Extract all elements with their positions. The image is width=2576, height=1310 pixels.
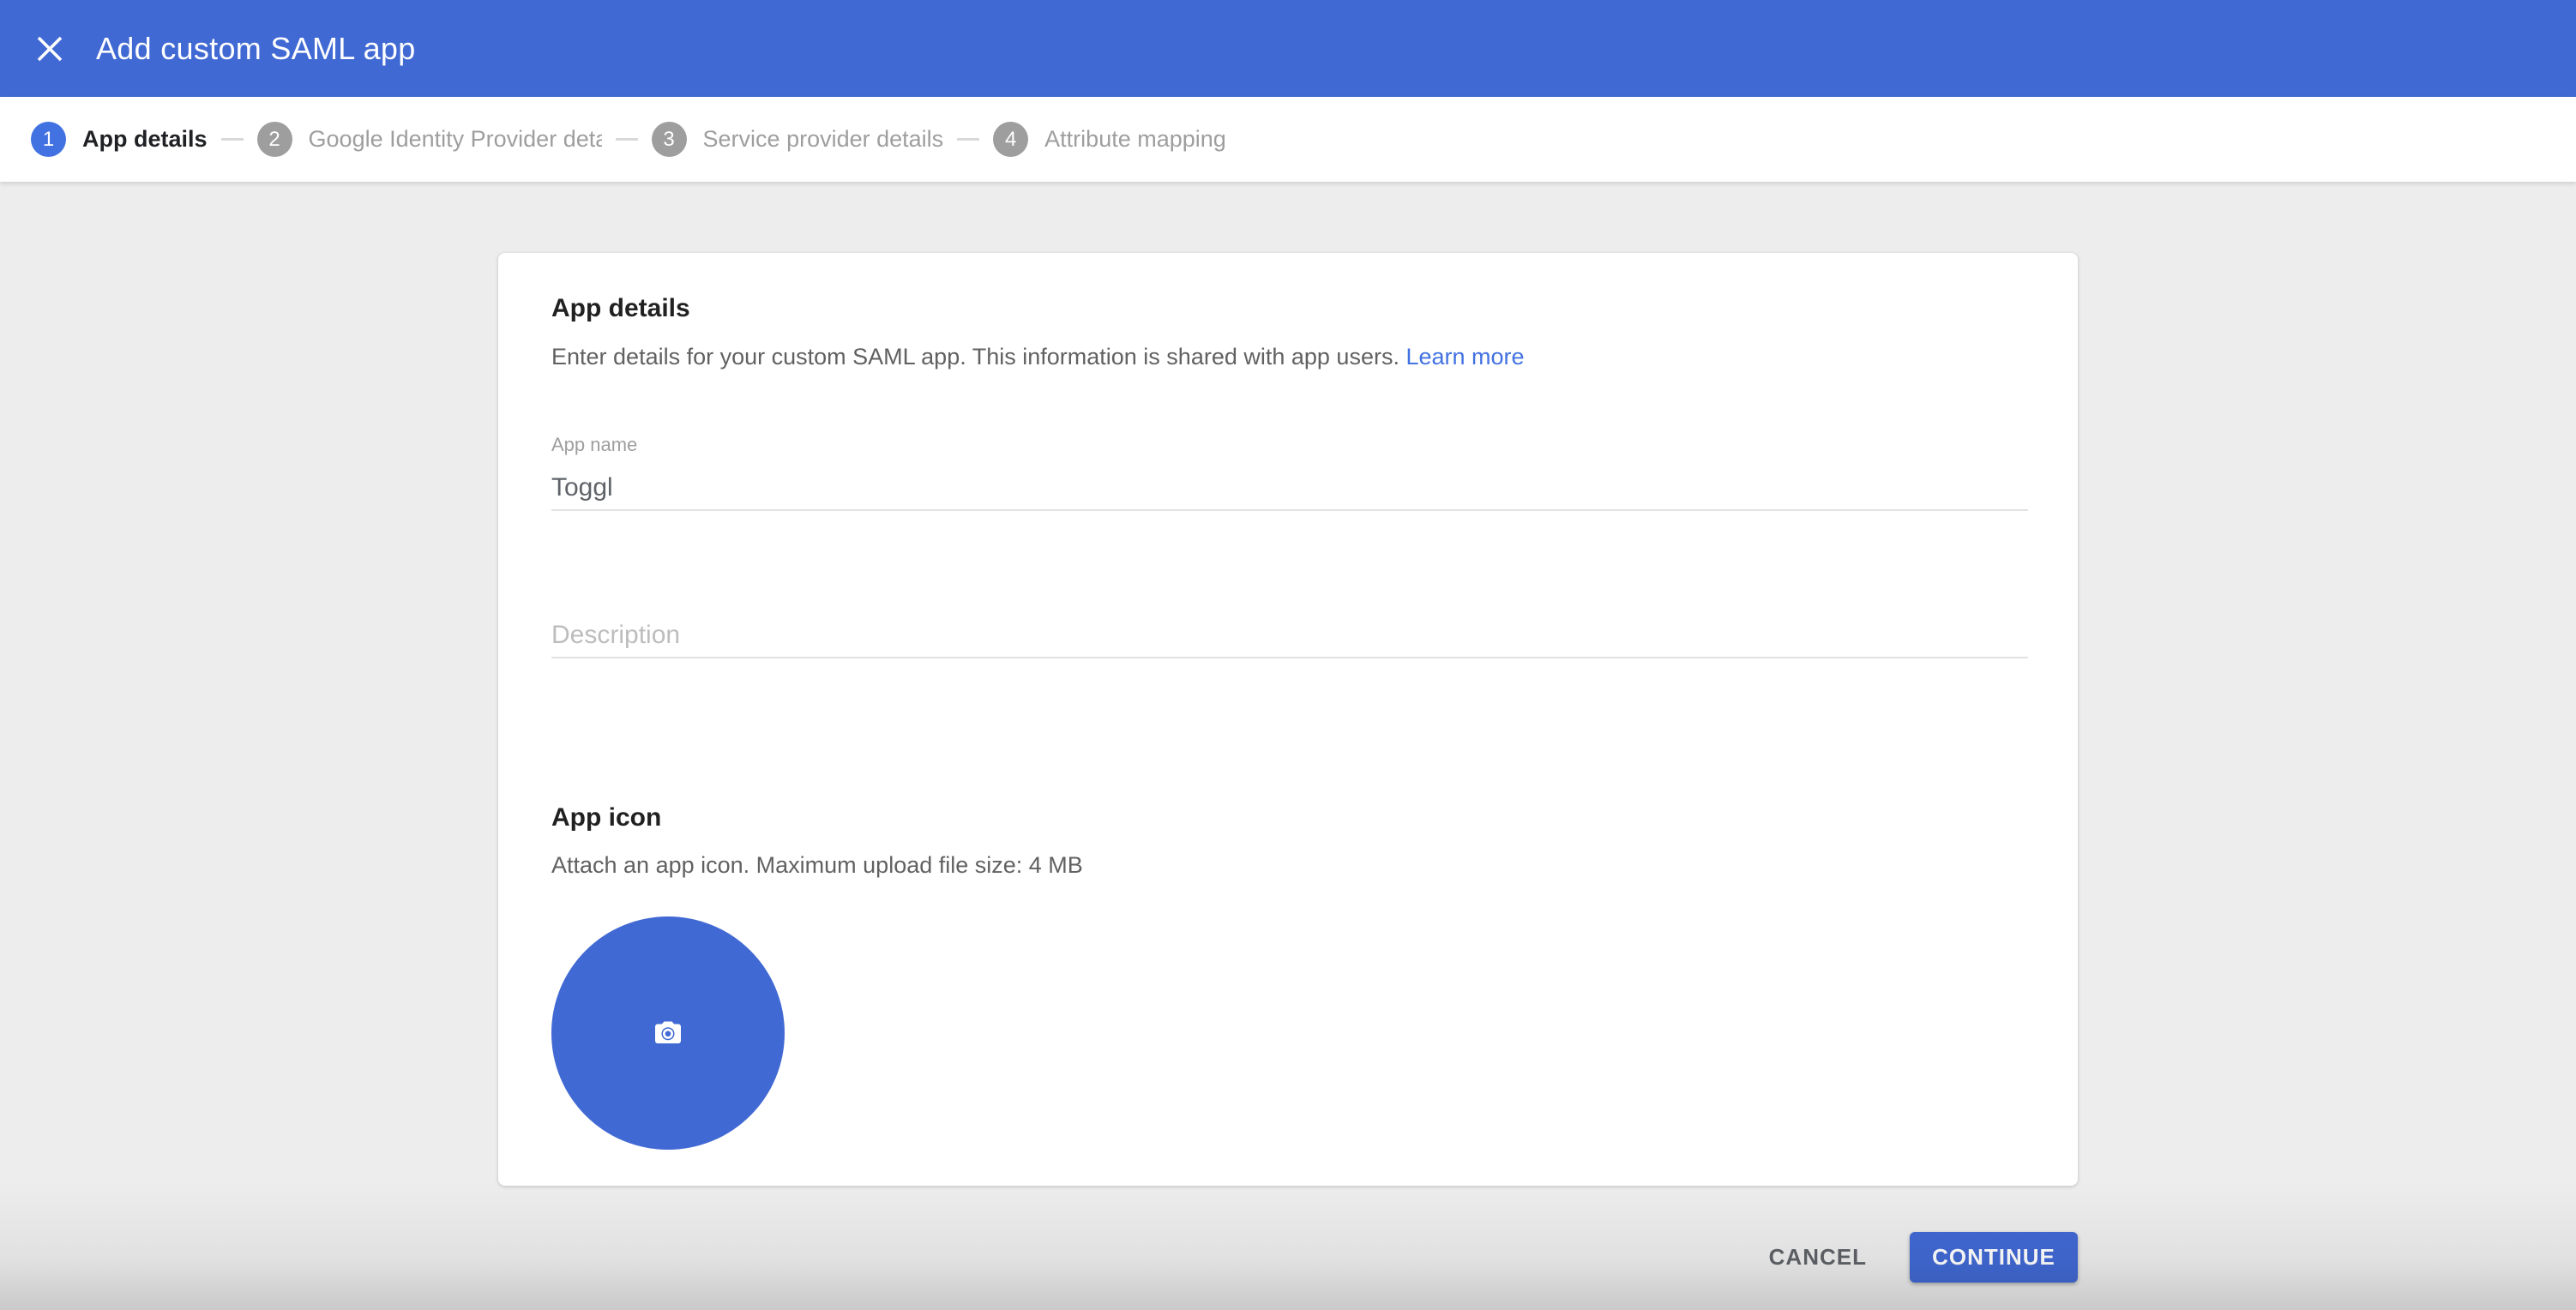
page-title: Add custom SAML app — [96, 30, 416, 66]
step-google-idp-details: 2 Google Identity Provider details — [256, 122, 602, 157]
cancel-button[interactable]: CANCEL — [1766, 1235, 1870, 1279]
step-attribute-mapping: 4 Attribute mapping — [993, 122, 1226, 157]
app-name-field: App name — [551, 436, 2028, 511]
step-3-circle: 3 — [651, 122, 687, 157]
step-separator — [957, 138, 980, 141]
app-details-heading: App details — [551, 294, 690, 322]
description-input[interactable] — [551, 621, 2028, 658]
footer-actions: CANCEL CONTINUE — [498, 1232, 2078, 1283]
app-name-input[interactable] — [551, 473, 2028, 511]
dialog-header: Add custom SAML app — [0, 0, 2576, 97]
step-2-circle: 2 — [256, 122, 292, 157]
step-2-label: Google Identity Provider details — [308, 126, 602, 152]
continue-button[interactable]: CONTINUE — [1910, 1232, 2078, 1283]
step-3-label: Service provider details — [702, 126, 944, 152]
app-icon-heading: App icon — [551, 803, 662, 832]
learn-more-link[interactable]: Learn more — [1405, 344, 1524, 370]
step-4-label: Attribute mapping — [1044, 126, 1226, 152]
stepper: 1 App details 2 Google Identity Provider… — [0, 97, 2576, 182]
close-button[interactable] — [29, 28, 70, 69]
camera-icon — [655, 1021, 681, 1043]
app-icon-description: Attach an app icon. Maximum upload file … — [551, 852, 1083, 878]
step-1-circle: 1 — [31, 122, 66, 157]
step-service-provider-details: 3 Service provider details — [651, 122, 944, 157]
description-field — [551, 621, 2028, 658]
close-icon — [37, 36, 63, 61]
step-app-details: 1 App details — [31, 122, 208, 157]
step-4-circle: 4 — [993, 122, 1029, 157]
app-details-description-text: Enter details for your custom SAML app. … — [551, 344, 1399, 370]
step-1-label: App details — [82, 126, 208, 152]
main-content: App details Enter details for your custo… — [0, 253, 2576, 1283]
app-name-label: App name — [551, 434, 638, 455]
app-icon-upload-button[interactable] — [551, 916, 785, 1150]
app-details-card: App details Enter details for your custo… — [498, 253, 2078, 1186]
step-separator — [615, 138, 638, 141]
step-separator — [220, 138, 244, 141]
app-details-description: Enter details for your custom SAML app. … — [551, 346, 2028, 369]
